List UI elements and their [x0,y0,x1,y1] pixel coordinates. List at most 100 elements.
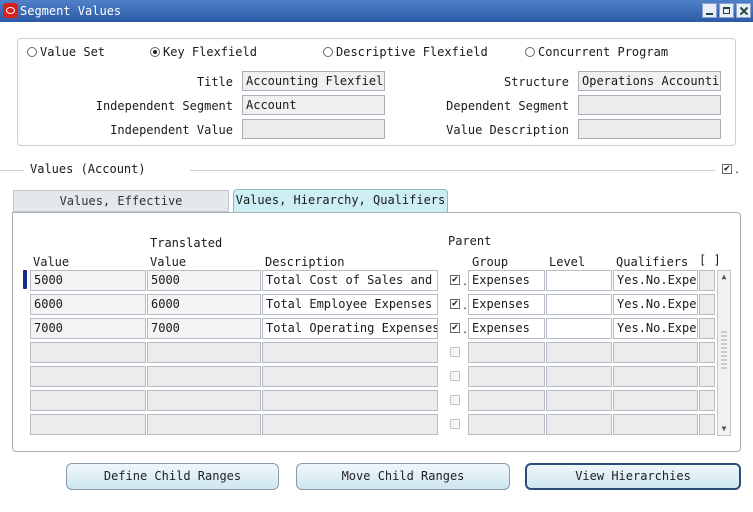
view-hierarchies-button[interactable]: View Hierarchies [525,463,741,490]
cell-qualifiers[interactable]: Yes.No.Exper [613,318,698,339]
dependent-segment-field[interactable] [578,95,721,115]
parent-checkbox[interactable] [450,347,460,357]
values-section-checkbox[interactable]: ✔ [722,164,732,174]
radio-value-set[interactable]: Value Set [27,45,105,59]
cell-value[interactable]: 7000 [30,318,146,339]
value-description-field[interactable] [578,119,721,139]
cell-qualifiers[interactable]: Yes.No.Exper [613,294,698,315]
parent-checkbox[interactable] [450,395,460,405]
header-translated-value: Value [150,255,187,269]
close-icon[interactable] [736,3,751,18]
minimize-icon[interactable] [702,3,717,18]
cell-description[interactable]: Total Operating Expenses [262,318,438,339]
independent-segment-label: Independent Segment [95,99,233,113]
scroll-thumb[interactable] [721,331,727,371]
radio-circle-icon[interactable] [27,47,37,57]
cell-value[interactable] [30,390,146,411]
cell-level[interactable] [546,318,612,339]
cell-translated-value[interactable] [147,342,261,363]
cell-extra[interactable] [699,390,715,411]
cell-extra[interactable] [699,270,715,291]
parent-checkbox[interactable] [450,419,460,429]
scroll-up-icon[interactable]: ▲ [718,271,730,283]
independent-value-field[interactable] [242,119,385,139]
title-field[interactable]: Accounting Flexfield [242,71,385,91]
radio-circle-icon[interactable] [323,47,333,57]
cell-qualifiers[interactable] [613,342,698,363]
header-description: Description [265,255,345,269]
values-section-dot: . [734,165,741,176]
cell-translated-value[interactable] [147,414,261,435]
cell-value[interactable] [30,366,146,387]
current-row-indicator [23,270,27,289]
cell-group[interactable] [468,414,545,435]
radio-circle-icon[interactable] [525,47,535,57]
cell-level[interactable] [546,414,612,435]
cell-translated-value[interactable]: 7000 [147,318,261,339]
radio-concurrent-program[interactable]: Concurrent Program [525,45,668,59]
cell-group[interactable] [468,390,545,411]
title-bar: Segment Values [0,0,753,22]
header-group: Group [472,255,509,269]
cell-value[interactable] [30,342,146,363]
parent-checkbox[interactable]: ✔ [450,299,460,309]
parent-checkbox[interactable]: ✔ [450,275,460,285]
cell-extra[interactable] [699,366,715,387]
vertical-scrollbar[interactable]: ▲ ▼ [717,270,731,436]
cell-value[interactable]: 6000 [30,294,146,315]
values-section-title: Values (Account) [28,162,148,176]
scroll-down-icon[interactable]: ▼ [718,423,730,435]
cell-extra[interactable] [699,294,715,315]
cell-extra[interactable] [699,414,715,435]
cell-qualifiers[interactable] [613,414,698,435]
cell-group[interactable] [468,342,545,363]
header-extra: [ ] [699,253,721,267]
cell-level[interactable] [546,270,612,291]
structure-label: Structure [503,75,569,89]
cell-description[interactable] [262,414,438,435]
cell-description[interactable]: Total Employee Expenses [262,294,438,315]
cell-value[interactable]: 5000 [30,270,146,291]
tab-values-hierarchy-qualifiers[interactable]: Values, Hierarchy, Qualifiers [233,189,448,213]
move-child-ranges-button[interactable]: Move Child Ranges [296,463,510,490]
cell-description[interactable] [262,342,438,363]
cell-qualifiers[interactable] [613,390,698,411]
independent-segment-field[interactable]: Account [242,95,385,115]
cell-translated-value[interactable] [147,366,261,387]
cell-level[interactable] [546,342,612,363]
parent-checkbox[interactable] [450,371,460,381]
cell-level[interactable] [546,366,612,387]
window-title: Segment Values [20,4,122,18]
cell-translated-value[interactable]: 5000 [147,270,261,291]
cell-group[interactable]: Expenses [468,294,545,315]
cell-extra[interactable] [699,318,715,339]
cell-description[interactable] [262,390,438,411]
cell-translated-value[interactable]: 6000 [147,294,261,315]
cell-group[interactable]: Expenses [468,318,545,339]
radio-selected-icon[interactable] [150,47,160,57]
cell-description[interactable]: Total Cost of Sales and S [262,270,438,291]
title-label: Title [196,75,233,89]
header-qualifiers: Qualifiers [616,255,689,269]
header-translated: Translated [150,236,223,250]
cell-level[interactable] [546,390,612,411]
structure-field[interactable]: Operations Accountin [578,71,721,91]
cell-level[interactable] [546,294,612,315]
cell-qualifiers[interactable] [613,366,698,387]
cell-extra[interactable] [699,342,715,363]
radio-descriptive-flexfield[interactable]: Descriptive Flexfield [323,45,488,59]
cell-qualifiers[interactable]: Yes.No.Exper [613,270,698,291]
cell-group[interactable]: Expenses [468,270,545,291]
parent-checkbox[interactable]: ✔ [450,323,460,333]
maximize-icon[interactable] [719,3,734,18]
section-divider [190,170,715,171]
define-child-ranges-button[interactable]: Define Child Ranges [66,463,279,490]
cell-group[interactable] [468,366,545,387]
oracle-app-icon[interactable] [3,3,18,18]
cell-description[interactable] [262,366,438,387]
section-divider [0,170,24,171]
cell-value[interactable] [30,414,146,435]
tab-values-effective[interactable]: Values, Effective [13,190,229,212]
cell-translated-value[interactable] [147,390,261,411]
radio-key-flexfield[interactable]: Key Flexfield [150,45,257,59]
